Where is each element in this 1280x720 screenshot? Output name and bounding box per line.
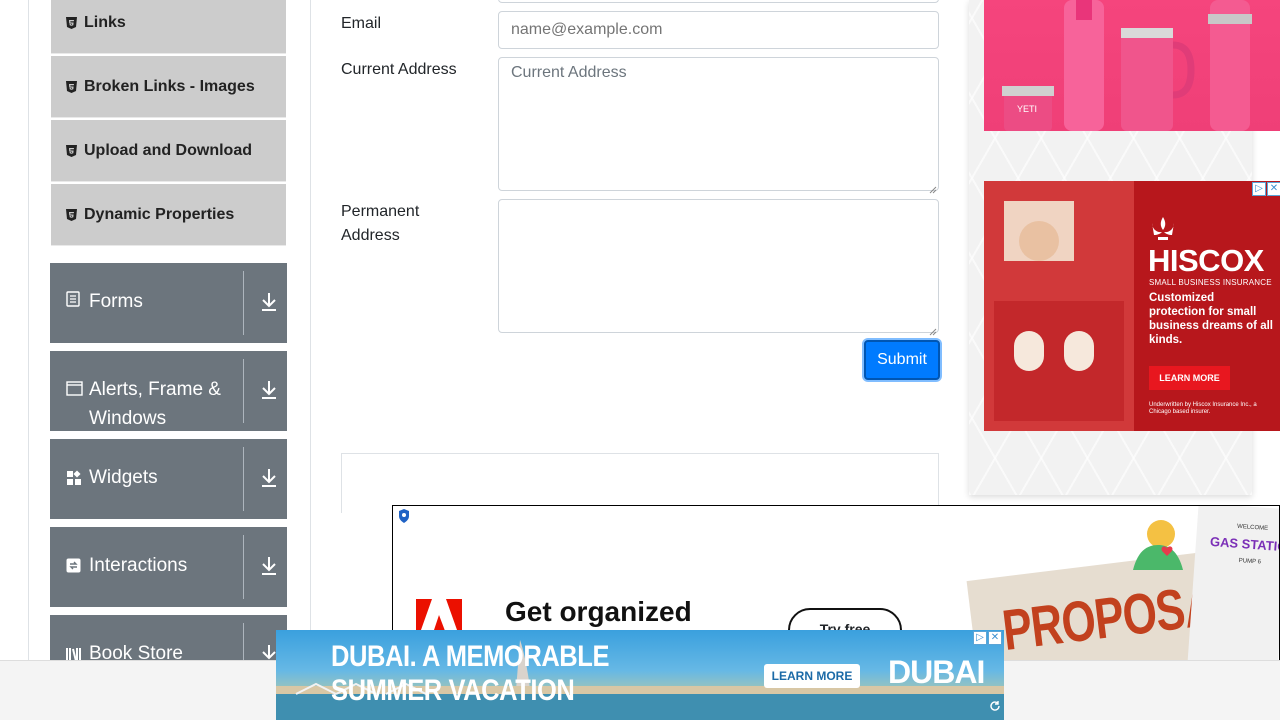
sidebar-item-label: Links (84, 13, 126, 31)
group-divider (243, 359, 244, 423)
window-icon (66, 381, 83, 400)
output-box (341, 453, 939, 513)
email-field[interactable] (498, 11, 939, 49)
sidebar-group-alerts[interactable]: Alerts, Frame & Windows (50, 351, 287, 431)
receipt-pump: PUMP 6 (1238, 557, 1262, 566)
sidebar-group-label: Forms (89, 291, 143, 312)
sidebar-group-interactions[interactable]: Interactions (50, 527, 287, 607)
sun-illustration (1123, 510, 1193, 575)
widgets-icon (66, 470, 82, 490)
hiscox-body: Customized protection for small business… (1149, 292, 1273, 346)
download-arrow-icon[interactable] (259, 291, 279, 313)
hiscox-fleur-icon (1148, 217, 1178, 246)
html5-icon (65, 80, 77, 93)
adobe-headline: Get organized (505, 596, 692, 627)
sidebar-item-label: Dynamic Properties (84, 205, 235, 223)
gas-station-receipt: WELCOME GAS STATION PUMP 6 (1187, 506, 1280, 664)
html5-icon (65, 144, 77, 157)
hiscox-learn-more-button[interactable]: LEARN MORE (1149, 366, 1230, 390)
sidebar-group-widgets[interactable]: Widgets (50, 439, 287, 519)
sidebar-group-label: Interactions (89, 555, 188, 576)
dubai-learn-more-button[interactable]: LEARN MORE (764, 664, 860, 688)
dubai-headline-line2: SUMMER VACATION (331, 674, 575, 707)
hiscox-ad[interactable]: HISCOX SMALL BUSINESS INSURANCE Customiz… (984, 181, 1280, 431)
current-address-label: Current Address (341, 61, 457, 78)
sidebar-item-links[interactable]: Links (51, 0, 286, 54)
resize-handle-icon[interactable] (929, 181, 937, 194)
yeti-ad[interactable]: YETI (984, 0, 1280, 131)
html5-icon (65, 208, 77, 221)
group-divider (243, 271, 244, 335)
dubai-headline-line1: DUBAI. A MEMORABLE (331, 640, 610, 673)
privacy-shield-icon[interactable] (397, 508, 411, 529)
sidebar-group-label: Widgets (89, 467, 158, 488)
download-arrow-icon[interactable] (259, 467, 279, 489)
group-divider (243, 535, 244, 599)
dubai-logo: DUBAI (888, 654, 985, 690)
permanent-address-label: Permanent Address (341, 203, 420, 244)
ad-choices-icon[interactable]: ▷ (1252, 182, 1266, 196)
receipt-title: GAS STATION (1209, 533, 1280, 555)
sidebar-item-label: Upload and Download (84, 141, 252, 159)
ad-close-icon[interactable]: ✕ (988, 631, 1002, 645)
yeti-products-image: YETI (1002, 0, 1252, 131)
current-address-field[interactable]: Current Address (498, 57, 939, 194)
hiscox-brand: HISCOX (1148, 243, 1264, 278)
sidebar-item-upload-download[interactable]: Upload and Download (51, 120, 286, 182)
group-divider (243, 447, 244, 511)
receipt-welcome: WELCOME (1236, 523, 1269, 532)
left-border (28, 0, 29, 660)
ad-close-icon[interactable]: ✕ (1267, 182, 1280, 196)
submit-button[interactable]: Submit (864, 340, 940, 380)
dubai-ad[interactable]: DUBAI. A MEMORABLE SUMMER VACATION LEARN… (276, 630, 1004, 720)
interactions-icon (66, 558, 81, 577)
ad-choices-icon[interactable]: ▷ (973, 631, 987, 645)
hiscox-tagline: SMALL BUSINESS INSURANCE (1149, 278, 1272, 287)
name-field-edge[interactable] (498, 0, 939, 3)
dubai-headline: DUBAI. A MEMORABLE SUMMER VACATION (331, 640, 609, 708)
sidebar-item-label: Broken Links - Images (84, 77, 255, 95)
download-arrow-icon[interactable] (259, 555, 279, 577)
permanent-address-field[interactable] (498, 199, 939, 336)
document-icon (66, 291, 80, 311)
page: Links Broken Links - Images Upload and D… (0, 0, 1280, 720)
sidebar-divider (310, 0, 311, 660)
hiscox-fineprint: Underwritten by Hiscox Insurance Inc., a… (1149, 402, 1257, 415)
resize-handle-icon[interactable] (929, 323, 937, 336)
current-address-placeholder: Current Address (511, 64, 627, 81)
sidebar-item-dynamic-properties[interactable]: Dynamic Properties (51, 184, 286, 246)
html5-icon (65, 16, 77, 29)
yeti-brand: YETI (1017, 104, 1037, 114)
email-label: Email (341, 15, 382, 32)
download-arrow-icon[interactable] (259, 379, 279, 401)
sidebar-item-broken-links[interactable]: Broken Links - Images (51, 56, 286, 118)
sidebar-group-forms[interactable]: Forms (50, 263, 287, 343)
sidebar-group-label: Alerts, Frame & Windows (89, 379, 221, 429)
refresh-icon[interactable] (989, 699, 1001, 717)
